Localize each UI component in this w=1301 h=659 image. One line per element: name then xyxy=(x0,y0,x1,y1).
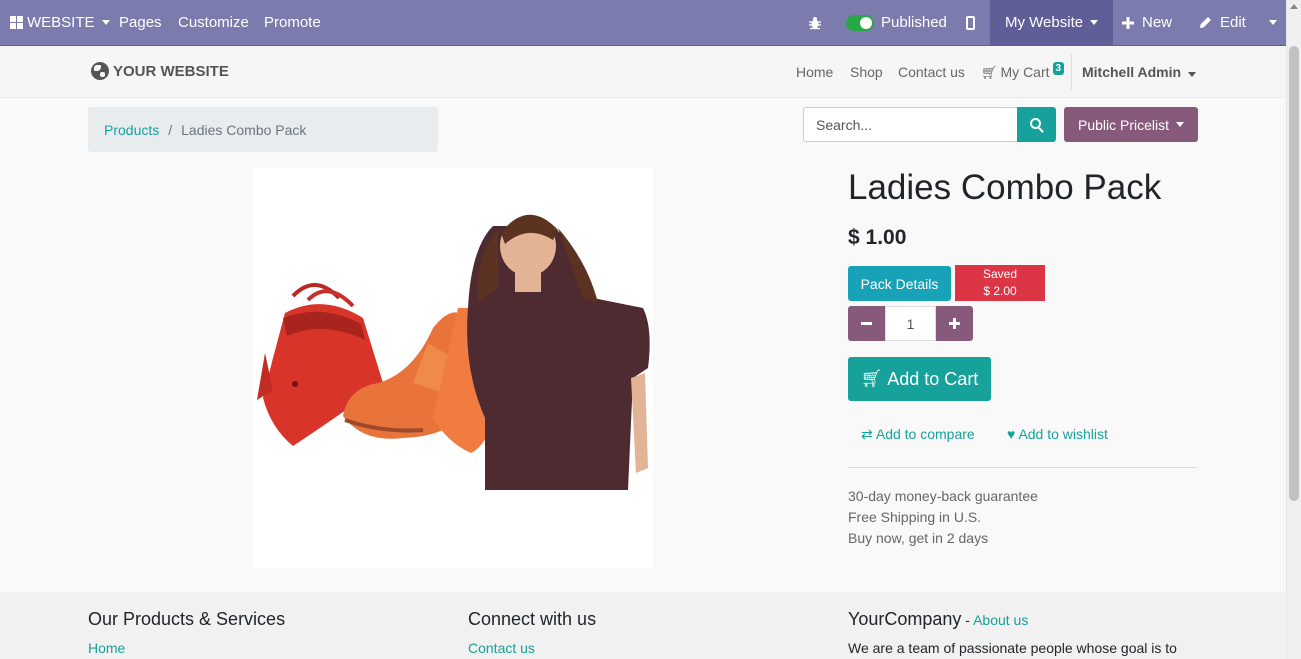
caret-down-icon xyxy=(1176,122,1185,127)
saved-label: Saved xyxy=(982,267,1018,281)
scroll-up-icon[interactable] xyxy=(1290,4,1298,9)
product-image xyxy=(253,168,653,568)
my-website-menu[interactable]: My Website xyxy=(990,0,1114,45)
caret-down-icon xyxy=(1188,72,1197,77)
customize-menu[interactable]: Customize xyxy=(178,0,249,45)
site-logo[interactable]: YOUR WEBSITE xyxy=(91,62,229,80)
product-title: Ladies Combo Pack xyxy=(848,168,1162,207)
footer-products-heading: Our Products & Services xyxy=(88,609,286,629)
debug-button[interactable] xyxy=(808,0,822,45)
mobile-icon xyxy=(966,15,975,30)
cart-count-badge: 3 xyxy=(1052,62,1065,75)
footer-about-link[interactable]: About us xyxy=(973,612,1028,628)
my-website-label: My Website xyxy=(1005,14,1084,31)
caret-down-icon xyxy=(1090,20,1099,25)
plus-icon xyxy=(1122,16,1134,29)
edit-label: Edit xyxy=(1220,14,1246,31)
website-menu[interactable]: WEBSITE xyxy=(10,0,110,45)
pricelist-label: Public Pricelist xyxy=(1077,116,1170,133)
scrollbar-thumb[interactable] xyxy=(1289,46,1299,501)
toggle-switch[interactable] xyxy=(846,14,874,31)
footer-home-link[interactable]: Home xyxy=(88,640,125,656)
new-button[interactable]: New xyxy=(1122,0,1172,45)
quantity-decrease-button[interactable] xyxy=(848,306,885,341)
breadcrumb-separator: / xyxy=(168,121,173,138)
saved-badge: Saved $ 2.00 xyxy=(955,265,1045,301)
user-name: Mitchell Admin xyxy=(1082,64,1182,80)
company-name: YourCompany xyxy=(848,609,962,629)
nav-contact-us[interactable]: Contact us xyxy=(898,64,965,80)
quantity-input[interactable] xyxy=(885,306,936,341)
product-info: 30-day money-back guarantee Free Shippin… xyxy=(848,486,1038,549)
cart-label: My Cart xyxy=(1000,64,1050,80)
product-photo xyxy=(257,214,650,490)
plus-icon xyxy=(949,318,960,329)
footer-connect-heading: Connect with us xyxy=(468,609,597,629)
mobile-preview-button[interactable] xyxy=(966,0,975,45)
footer-company-heading: YourCompany - About us xyxy=(848,609,1028,630)
admin-bar: WEBSITE Pages Customize Promote Publishe… xyxy=(0,0,1286,46)
apps-grid-icon xyxy=(10,16,23,29)
footer-contact-link[interactable]: Contact us xyxy=(468,640,535,656)
caret-down-icon xyxy=(101,20,110,25)
nav-my-cart[interactable]: 🛒︎ My Cart 3 xyxy=(981,62,1065,81)
edit-button[interactable]: Edit xyxy=(1199,0,1246,45)
product-price: $ 1.00 xyxy=(848,226,907,249)
pages-menu[interactable]: Pages xyxy=(119,0,162,45)
search-icon xyxy=(1030,118,1041,129)
pricelist-dropdown[interactable]: Public Pricelist xyxy=(1064,107,1198,142)
exchange-icon: ⇄ xyxy=(861,426,873,442)
bug-icon xyxy=(809,16,821,29)
nav-home[interactable]: Home xyxy=(796,64,833,80)
publish-toggle[interactable]: Published xyxy=(846,0,947,45)
breadcrumb-current: Ladies Combo Pack xyxy=(181,121,307,138)
more-dropdown[interactable] xyxy=(1262,0,1277,45)
info-line-guarantee: 30-day money-back guarantee xyxy=(848,488,1038,504)
divider xyxy=(1071,54,1072,90)
add-to-wishlist-link[interactable]: ♥ Add to wishlist xyxy=(1007,426,1108,442)
search-input[interactable] xyxy=(803,107,1018,142)
quantity-increase-button[interactable] xyxy=(936,306,973,341)
minus-icon xyxy=(861,322,872,325)
divider xyxy=(848,467,1197,468)
site-header: YOUR WEBSITE Home Shop Contact us 🛒︎ My C… xyxy=(0,46,1286,98)
footer-company-text: We are a team of passionate people whose… xyxy=(848,640,1177,656)
add-to-compare-link[interactable]: ⇄ Add to compare xyxy=(861,426,975,443)
page-scrollbar[interactable] xyxy=(1286,0,1301,659)
cart-icon: 🛒︎ xyxy=(860,369,883,388)
cart-icon: 🛒︎ xyxy=(981,65,998,80)
new-label: New xyxy=(1142,14,1173,31)
breadcrumb: Products / Ladies Combo Pack xyxy=(88,107,438,152)
pack-details-button[interactable]: Pack Details xyxy=(848,266,951,301)
globe-icon xyxy=(91,62,109,80)
published-label: Published xyxy=(881,14,947,31)
website-menu-label: WEBSITE xyxy=(27,14,95,31)
promote-menu[interactable]: Promote xyxy=(264,0,321,45)
search-button[interactable] xyxy=(1017,107,1056,142)
add-to-wishlist-label: Add to wishlist xyxy=(1018,426,1108,442)
breadcrumb-products-link[interactable]: Products xyxy=(104,122,159,138)
add-to-cart-label: Add to Cart xyxy=(887,368,979,389)
info-line-shipping: Free Shipping in U.S. xyxy=(848,509,982,525)
info-line-delivery: Buy now, get in 2 days xyxy=(848,530,989,546)
heading-dash: - xyxy=(961,612,974,628)
heart-icon: ♥ xyxy=(1007,426,1016,442)
pencil-icon xyxy=(1200,17,1211,28)
nav-shop[interactable]: Shop xyxy=(850,64,883,80)
logo-text: YOUR WEBSITE xyxy=(113,62,229,80)
caret-down-icon xyxy=(1269,20,1277,25)
saved-amount: $ 2.00 xyxy=(983,284,1017,298)
add-to-cart-button[interactable]: 🛒︎ Add to Cart xyxy=(848,357,991,401)
add-to-compare-label: Add to compare xyxy=(875,426,975,442)
user-menu[interactable]: Mitchell Admin xyxy=(1082,64,1197,80)
